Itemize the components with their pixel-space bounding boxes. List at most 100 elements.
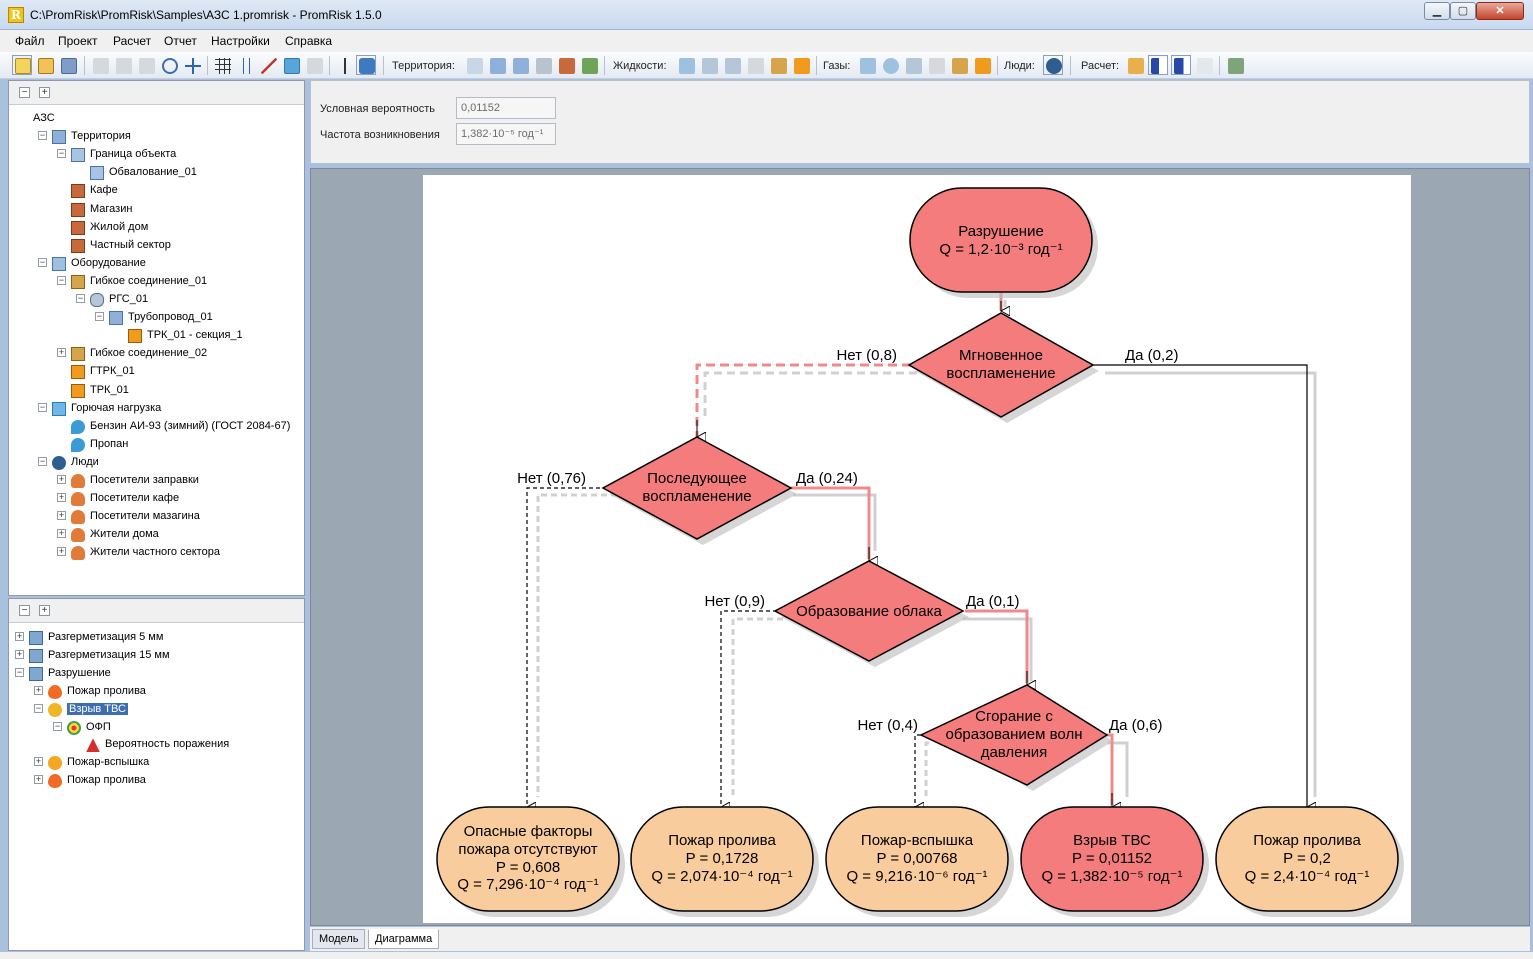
- tree-item[interactable]: − Разрушение: [9, 665, 304, 683]
- add-gas-dispenser-button[interactable]: [972, 55, 992, 75]
- menu-report[interactable]: Отчет: [164, 34, 197, 48]
- move-button[interactable]: [182, 55, 202, 75]
- add-people-button[interactable]: [1043, 55, 1063, 75]
- decision-delayed-ignition[interactable]: Последующее воспламенение Нет (0,76) Да …: [517, 436, 858, 545]
- tree-item[interactable]: ТРК_01 - секция_1: [9, 327, 304, 345]
- open-button[interactable]: [35, 55, 55, 75]
- expand-icon[interactable]: +: [57, 348, 66, 358]
- resize-button[interactable]: [334, 55, 354, 75]
- decision-cloud-formation[interactable]: Образование облака Нет (0,9) Да (0,1): [704, 560, 1020, 667]
- tree-item[interactable]: ТРК_01: [9, 382, 304, 400]
- run-button[interactable]: [1148, 55, 1168, 75]
- tree-item[interactable]: − Люди: [9, 454, 304, 472]
- event-tree-button[interactable]: [1125, 55, 1145, 75]
- save-button[interactable]: [58, 55, 78, 75]
- outcome-no-hazard[interactable]: Опасные факторы пожара отсутствуют P = 0…: [436, 806, 625, 917]
- outcome-flash-fire[interactable]: Пожар-вспышка P = 0,00768 Q = 9,216·10⁻⁶…: [825, 806, 1014, 917]
- expand-icon[interactable]: +: [15, 649, 24, 659]
- expand-all-button[interactable]: +: [39, 605, 50, 616]
- tree-item[interactable]: − Оборудование: [9, 255, 304, 273]
- tree-item[interactable]: Пропан: [9, 436, 304, 454]
- menu-settings[interactable]: Настройки: [211, 34, 270, 48]
- add-gas-hose-button[interactable]: [949, 55, 969, 75]
- tree-item[interactable]: − Горючая нагрузка: [9, 400, 304, 418]
- tree-item[interactable]: + Посетители заправки: [9, 472, 304, 490]
- tree-item[interactable]: Бензин АИ-93 (зимний) (ГОСТ 2084-67): [9, 418, 304, 436]
- add-building-button[interactable]: [533, 55, 553, 75]
- expand-icon[interactable]: +: [57, 511, 66, 521]
- add-embankment-button[interactable]: [487, 55, 507, 75]
- snap-button[interactable]: [235, 55, 255, 75]
- new-project-button[interactable]: [12, 55, 32, 75]
- outcome-pool-fire[interactable]: Пожар пролива P = 0,1728 Q = 2,074·10⁻⁴ …: [630, 806, 819, 917]
- collapse-all-button[interactable]: −: [19, 605, 30, 616]
- tab-diagram[interactable]: Диаграмма: [368, 929, 440, 949]
- tree-item[interactable]: + Пожар пролива: [9, 772, 304, 790]
- tree-item[interactable]: − Территория: [9, 128, 304, 146]
- tree-item[interactable]: ГТРК_01: [9, 363, 304, 381]
- add-liquid-reservoir-button[interactable]: [722, 55, 742, 75]
- maximize-button[interactable]: ▢: [1450, 2, 1476, 20]
- map-button[interactable]: [281, 55, 301, 75]
- outcome-explosion[interactable]: Взрыв ТВС P = 0,01152 Q = 1,382·10⁻⁵ год…: [1020, 806, 1209, 917]
- add-liquid-hose-button[interactable]: [768, 55, 788, 75]
- diagram-canvas[interactable]: Разрушение Q = 1,2·10⁻³ год⁻¹ Мгновенное…: [310, 168, 1530, 926]
- delete-button[interactable]: [113, 55, 133, 75]
- menu-help[interactable]: Справка: [285, 34, 332, 48]
- tab-model[interactable]: Модель: [312, 929, 366, 949]
- freq-field[interactable]: 1,382·10⁻⁵ год⁻¹: [456, 123, 556, 145]
- decision-pressure-wave[interactable]: Сгорание с образованием волн давления Не…: [857, 684, 1163, 791]
- outcome-pool-fire-2[interactable]: Пожар пролива P = 0,2 Q = 2,4·10⁻⁴ год⁻¹: [1215, 806, 1404, 917]
- tree-item[interactable]: + Жители дома: [9, 526, 304, 544]
- prob-field[interactable]: 0,01152: [456, 97, 556, 119]
- expand-icon[interactable]: +: [15, 632, 24, 641]
- tree-item[interactable]: + Жители частного сектора: [9, 544, 304, 562]
- tree-item[interactable]: + Гибкое соединение_02: [9, 345, 304, 363]
- collapse-icon[interactable]: −: [57, 149, 66, 159]
- add-gas-tank-button[interactable]: [857, 55, 877, 75]
- grid-button[interactable]: [212, 55, 232, 75]
- route-button[interactable]: [304, 55, 324, 75]
- collapse-icon[interactable]: −: [76, 294, 85, 303]
- tree-item[interactable]: − Трубопровод_01: [9, 309, 304, 327]
- measure-button[interactable]: [258, 55, 278, 75]
- tree-item[interactable]: + Пожар-вспышка: [9, 754, 304, 772]
- tree-item[interactable]: − РГС_01: [9, 291, 304, 309]
- tree-item[interactable]: + Разгерметизация 15 мм: [9, 647, 304, 665]
- expand-icon[interactable]: +: [57, 475, 66, 484]
- tree-item[interactable]: Обвалование_01: [9, 164, 304, 182]
- add-house-button[interactable]: [556, 55, 576, 75]
- add-liquid-tank-button[interactable]: [676, 55, 696, 75]
- add-boundary-button[interactable]: [464, 55, 484, 75]
- add-liquid-dispenser-button[interactable]: [791, 55, 811, 75]
- add-liquid-pipe-button[interactable]: [745, 55, 765, 75]
- decision-instant-ignition[interactable]: Мгновенное воспламенение Нет (0,8) Да (0…: [836, 312, 1179, 423]
- add-gas-sphere-button[interactable]: [880, 55, 900, 75]
- collapse-icon[interactable]: −: [53, 721, 62, 731]
- tree-item[interactable]: АЗС: [9, 110, 304, 128]
- tree-item[interactable]: − Взрыв ТВС: [9, 701, 304, 719]
- collapse-icon[interactable]: −: [57, 275, 66, 285]
- expand-icon[interactable]: +: [34, 775, 43, 785]
- tree-item[interactable]: Жилой дом: [9, 219, 304, 237]
- tree-item[interactable]: + Разгерметизация 5 мм: [9, 629, 304, 647]
- tree-item[interactable]: − Гибкое соединение_01: [9, 273, 304, 291]
- expand-icon[interactable]: +: [57, 547, 66, 557]
- expand-icon[interactable]: +: [57, 493, 66, 503]
- report-button[interactable]: [1194, 55, 1214, 75]
- calculator-button[interactable]: [1225, 55, 1245, 75]
- collapse-icon[interactable]: −: [34, 703, 43, 713]
- tree-item[interactable]: + Посетители кафе: [9, 490, 304, 508]
- expand-icon[interactable]: +: [34, 685, 43, 695]
- expand-all-button[interactable]: +: [39, 87, 50, 98]
- run-all-button[interactable]: [1171, 55, 1191, 75]
- menu-calc[interactable]: Расчет: [113, 34, 151, 48]
- copy-button[interactable]: [90, 55, 110, 75]
- tree-item[interactable]: + Посетители мазагина: [9, 508, 304, 526]
- close-button[interactable]: ✕: [1476, 2, 1524, 20]
- tree-item[interactable]: Частный сектор: [9, 237, 304, 255]
- collapse-icon[interactable]: −: [15, 667, 24, 677]
- collapse-icon[interactable]: −: [38, 456, 47, 466]
- collapse-icon[interactable]: −: [38, 402, 47, 412]
- select-button[interactable]: [136, 55, 156, 75]
